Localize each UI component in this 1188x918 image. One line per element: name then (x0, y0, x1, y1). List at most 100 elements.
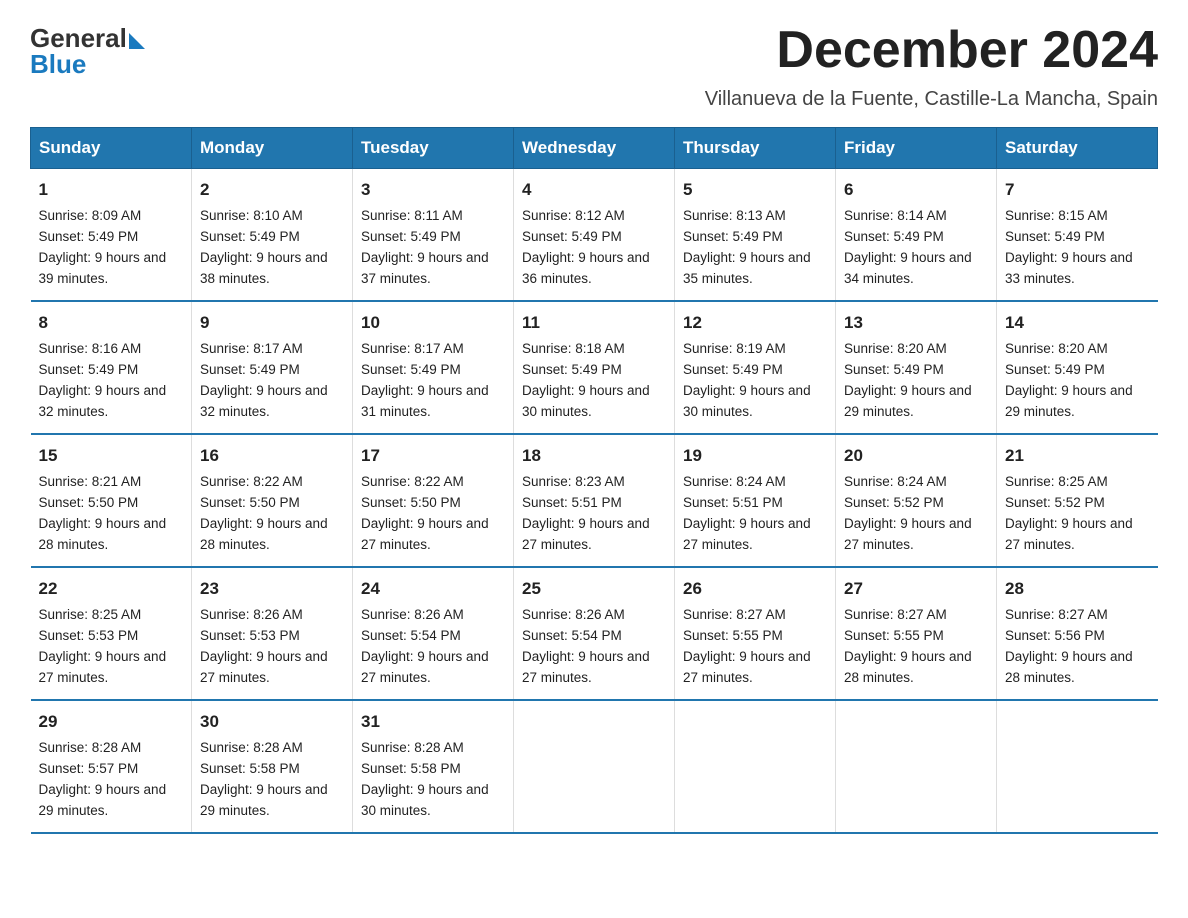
calendar-cell: 28 Sunrise: 8:27 AM Sunset: 5:56 PM Dayl… (997, 567, 1158, 700)
day-number: 5 (683, 177, 827, 203)
sunset-text: Sunset: 5:52 PM (1005, 495, 1105, 510)
calendar-cell (836, 700, 997, 833)
sunrise-text: Sunrise: 8:14 AM (844, 208, 947, 223)
calendar-cell: 9 Sunrise: 8:17 AM Sunset: 5:49 PM Dayli… (192, 301, 353, 434)
sunrise-text: Sunrise: 8:23 AM (522, 474, 625, 489)
sunrise-text: Sunrise: 8:18 AM (522, 341, 625, 356)
sunrise-text: Sunrise: 8:22 AM (361, 474, 464, 489)
calendar-header: SundayMondayTuesdayWednesdayThursdayFrid… (31, 128, 1158, 169)
day-number: 3 (361, 177, 505, 203)
sunrise-text: Sunrise: 8:24 AM (844, 474, 947, 489)
calendar-cell: 17 Sunrise: 8:22 AM Sunset: 5:50 PM Dayl… (353, 434, 514, 567)
daylight-text: Daylight: 9 hours and 27 minutes. (361, 516, 489, 552)
month-title: December 2024 (776, 20, 1158, 80)
sunrise-text: Sunrise: 8:15 AM (1005, 208, 1108, 223)
day-number: 12 (683, 310, 827, 336)
day-number: 26 (683, 576, 827, 602)
header-row: SundayMondayTuesdayWednesdayThursdayFrid… (31, 128, 1158, 169)
header-wednesday: Wednesday (514, 128, 675, 169)
sunrise-text: Sunrise: 8:21 AM (39, 474, 142, 489)
calendar-cell: 7 Sunrise: 8:15 AM Sunset: 5:49 PM Dayli… (997, 169, 1158, 302)
sunrise-text: Sunrise: 8:20 AM (1005, 341, 1108, 356)
day-number: 18 (522, 443, 666, 469)
day-number: 22 (39, 576, 184, 602)
daylight-text: Daylight: 9 hours and 36 minutes. (522, 250, 650, 286)
day-number: 13 (844, 310, 988, 336)
day-number: 2 (200, 177, 344, 203)
day-number: 14 (1005, 310, 1150, 336)
calendar-cell: 10 Sunrise: 8:17 AM Sunset: 5:49 PM Dayl… (353, 301, 514, 434)
sunrise-text: Sunrise: 8:17 AM (200, 341, 303, 356)
calendar-cell: 25 Sunrise: 8:26 AM Sunset: 5:54 PM Dayl… (514, 567, 675, 700)
sunset-text: Sunset: 5:58 PM (361, 761, 461, 776)
location-subtitle: Villanueva de la Fuente, Castille-La Man… (30, 88, 1158, 111)
daylight-text: Daylight: 9 hours and 28 minutes. (844, 649, 972, 685)
daylight-text: Daylight: 9 hours and 29 minutes. (200, 782, 328, 818)
sunset-text: Sunset: 5:55 PM (683, 628, 783, 643)
sunrise-text: Sunrise: 8:09 AM (39, 208, 142, 223)
sunset-text: Sunset: 5:51 PM (683, 495, 783, 510)
calendar-cell: 20 Sunrise: 8:24 AM Sunset: 5:52 PM Dayl… (836, 434, 997, 567)
sunrise-text: Sunrise: 8:27 AM (683, 607, 786, 622)
daylight-text: Daylight: 9 hours and 27 minutes. (522, 649, 650, 685)
sunset-text: Sunset: 5:49 PM (39, 362, 139, 377)
header-thursday: Thursday (675, 128, 836, 169)
calendar-cell (514, 700, 675, 833)
sunset-text: Sunset: 5:50 PM (200, 495, 300, 510)
sunrise-text: Sunrise: 8:12 AM (522, 208, 625, 223)
sunset-text: Sunset: 5:53 PM (200, 628, 300, 643)
sunrise-text: Sunrise: 8:13 AM (683, 208, 786, 223)
calendar-cell: 22 Sunrise: 8:25 AM Sunset: 5:53 PM Dayl… (31, 567, 192, 700)
sunset-text: Sunset: 5:49 PM (200, 229, 300, 244)
calendar-cell: 31 Sunrise: 8:28 AM Sunset: 5:58 PM Dayl… (353, 700, 514, 833)
calendar-cell: 4 Sunrise: 8:12 AM Sunset: 5:49 PM Dayli… (514, 169, 675, 302)
sunrise-text: Sunrise: 8:16 AM (39, 341, 142, 356)
sunset-text: Sunset: 5:49 PM (683, 229, 783, 244)
daylight-text: Daylight: 9 hours and 38 minutes. (200, 250, 328, 286)
daylight-text: Daylight: 9 hours and 30 minutes. (522, 383, 650, 419)
sunset-text: Sunset: 5:54 PM (522, 628, 622, 643)
day-number: 16 (200, 443, 344, 469)
calendar-cell: 26 Sunrise: 8:27 AM Sunset: 5:55 PM Dayl… (675, 567, 836, 700)
day-number: 27 (844, 576, 988, 602)
daylight-text: Daylight: 9 hours and 32 minutes. (39, 383, 167, 419)
daylight-text: Daylight: 9 hours and 39 minutes. (39, 250, 167, 286)
day-number: 15 (39, 443, 184, 469)
sunrise-text: Sunrise: 8:26 AM (361, 607, 464, 622)
header-sunday: Sunday (31, 128, 192, 169)
day-number: 28 (1005, 576, 1150, 602)
daylight-text: Daylight: 9 hours and 35 minutes. (683, 250, 811, 286)
calendar-cell: 29 Sunrise: 8:28 AM Sunset: 5:57 PM Dayl… (31, 700, 192, 833)
calendar-week-5: 29 Sunrise: 8:28 AM Sunset: 5:57 PM Dayl… (31, 700, 1158, 833)
calendar-cell: 2 Sunrise: 8:10 AM Sunset: 5:49 PM Dayli… (192, 169, 353, 302)
daylight-text: Daylight: 9 hours and 27 minutes. (200, 649, 328, 685)
daylight-text: Daylight: 9 hours and 28 minutes. (200, 516, 328, 552)
sunset-text: Sunset: 5:53 PM (39, 628, 139, 643)
daylight-text: Daylight: 9 hours and 28 minutes. (39, 516, 167, 552)
sunset-text: Sunset: 5:56 PM (1005, 628, 1105, 643)
sunrise-text: Sunrise: 8:28 AM (361, 740, 464, 755)
title-block: December 2024 (776, 20, 1158, 80)
day-number: 17 (361, 443, 505, 469)
day-number: 9 (200, 310, 344, 336)
calendar-cell: 12 Sunrise: 8:19 AM Sunset: 5:49 PM Dayl… (675, 301, 836, 434)
sunrise-text: Sunrise: 8:22 AM (200, 474, 303, 489)
day-number: 8 (39, 310, 184, 336)
daylight-text: Daylight: 9 hours and 30 minutes. (361, 782, 489, 818)
header-monday: Monday (192, 128, 353, 169)
sunset-text: Sunset: 5:49 PM (683, 362, 783, 377)
sunset-text: Sunset: 5:49 PM (522, 229, 622, 244)
sunset-text: Sunset: 5:49 PM (844, 362, 944, 377)
sunset-text: Sunset: 5:49 PM (39, 229, 139, 244)
sunset-text: Sunset: 5:58 PM (200, 761, 300, 776)
sunrise-text: Sunrise: 8:17 AM (361, 341, 464, 356)
calendar-cell (675, 700, 836, 833)
day-number: 6 (844, 177, 988, 203)
day-number: 11 (522, 310, 666, 336)
logo-blue-label: Blue (30, 50, 145, 80)
sunset-text: Sunset: 5:54 PM (361, 628, 461, 643)
day-number: 25 (522, 576, 666, 602)
daylight-text: Daylight: 9 hours and 27 minutes. (522, 516, 650, 552)
calendar-cell: 3 Sunrise: 8:11 AM Sunset: 5:49 PM Dayli… (353, 169, 514, 302)
calendar-cell: 15 Sunrise: 8:21 AM Sunset: 5:50 PM Dayl… (31, 434, 192, 567)
